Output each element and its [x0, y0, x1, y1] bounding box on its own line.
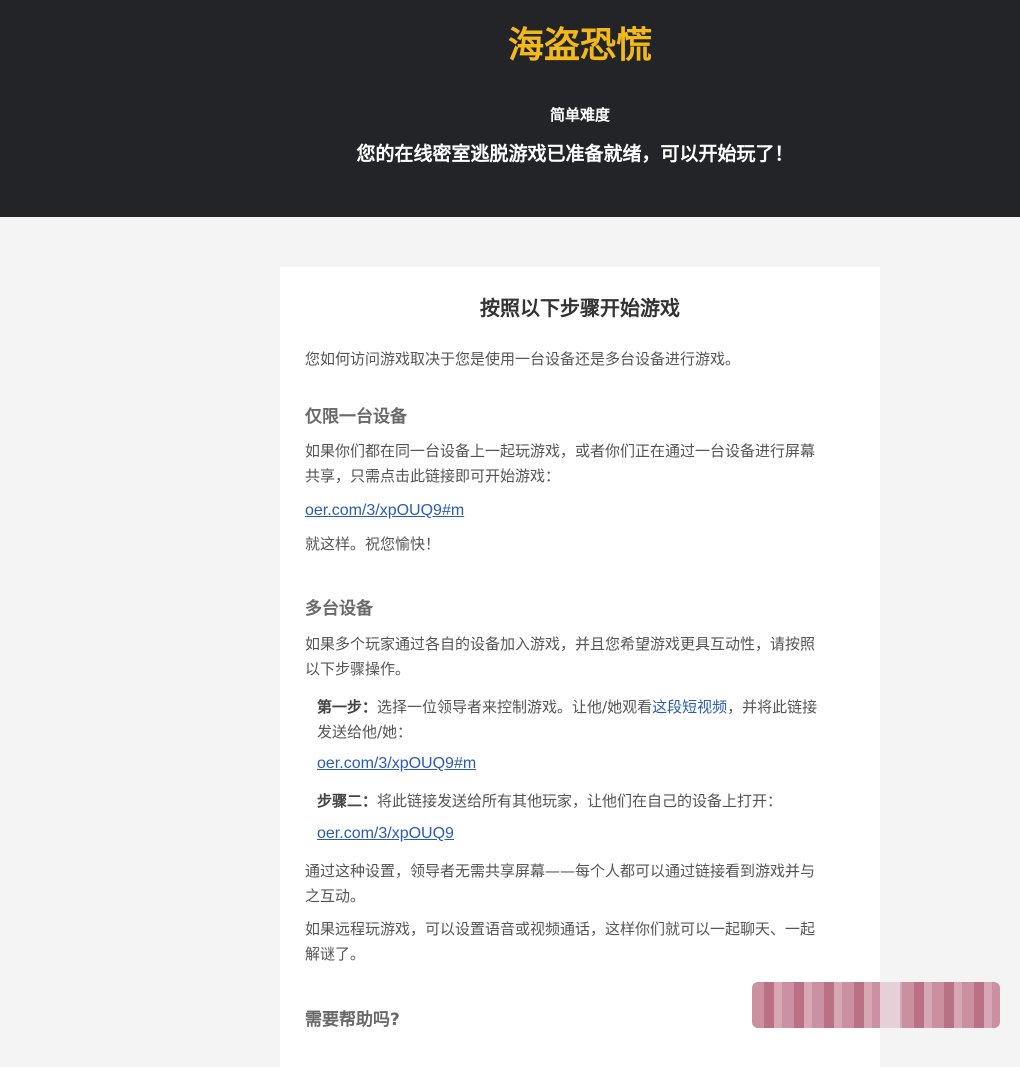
single-device-desc-line1: 如果你们都在同一台设备上一起玩游戏，或者你们正在通过一台设备进行屏幕 [305, 442, 816, 460]
multi-device-desc-line2: 以下步骤操作。 [305, 660, 411, 678]
single-device-done: 就这样。祝您愉快！ [305, 535, 441, 553]
note-two-line1: 如果远程玩游戏，可以设置语音或视频通话，这样你们就可以一起聊天、一起 [305, 920, 816, 938]
step-one-link-row: oer.com/3/xpOUQ9#m [317, 751, 857, 776]
difficulty-label: 简单难度 [549, 106, 610, 124]
players-link[interactable]: oer.com/3/xpOUQ9 [317, 825, 454, 842]
instructions-card: 按照以下步骤开始游戏 您如何访问游戏取决于您是使用一台设备还是多台设备进行游戏。… [280, 267, 880, 1067]
step-two-link-row: oer.com/3/xpOUQ9 [317, 821, 857, 846]
single-device-desc-line2: 共享，只需点击此链接即可开始游戏： [305, 467, 561, 485]
single-device-heading: 仅限一台设备 [305, 407, 407, 427]
single-device-link[interactable]: oer.com/3/xpOUQ9#m [305, 502, 464, 519]
single-device-link-row: oer.com/3/xpOUQ9#m [305, 498, 855, 523]
ready-message: 您的在线密室逃脱游戏已准备就绪，可以开始玩了！ [356, 143, 794, 165]
pixelated-overlay-gap [880, 982, 900, 1028]
multi-device-desc-line1: 如果多个玩家通过各自的设备加入游戏，并且您希望游戏更具互动性，请按照 [305, 635, 816, 653]
step-one-label: 第一步： [317, 698, 378, 716]
short-video-link[interactable]: 这段短视频 [652, 698, 727, 716]
game-title: 海盗恐慌 [507, 25, 652, 66]
card-title: 按照以下步骤开始游戏 [480, 296, 680, 320]
intro-text: 您如何访问游戏取决于您是使用一台设备还是多台设备进行游戏。 [305, 350, 741, 368]
step-two-line: 步骤二：将此链接发送给所有其他玩家，让他们在自己的设备上打开： [317, 789, 857, 814]
note-one-line2: 之互动。 [305, 887, 366, 905]
note-two-line2: 解谜了。 [305, 945, 366, 963]
header-banner: 海盗恐慌 简单难度 您的在线密室逃脱游戏已准备就绪，可以开始玩了！ [0, 0, 1020, 217]
leader-link[interactable]: oer.com/3/xpOUQ9#m [317, 755, 476, 772]
note-one-line1: 通过这种设置，领导者无需共享屏幕——每个人都可以通过链接看到游戏并与 [305, 862, 816, 880]
step-one-line1: 第一步：选择一位领导者来控制游戏。让他/她观看这段短视频，并将此链接 [317, 695, 857, 720]
step-one-line2: 发送给他/她： [317, 723, 413, 741]
step-two-text: 将此链接发送给所有其他玩家，让他们在自己的设备上打开： [377, 792, 783, 810]
step-two-label: 步骤二： [317, 792, 378, 810]
pixelated-overlay [752, 982, 1000, 1028]
multi-device-heading: 多台设备 [305, 599, 373, 619]
step-one-text: 选择一位领导者来控制游戏。让他/她观看 [377, 698, 653, 716]
step-one-text-2: ，并将此链接 [727, 698, 818, 716]
